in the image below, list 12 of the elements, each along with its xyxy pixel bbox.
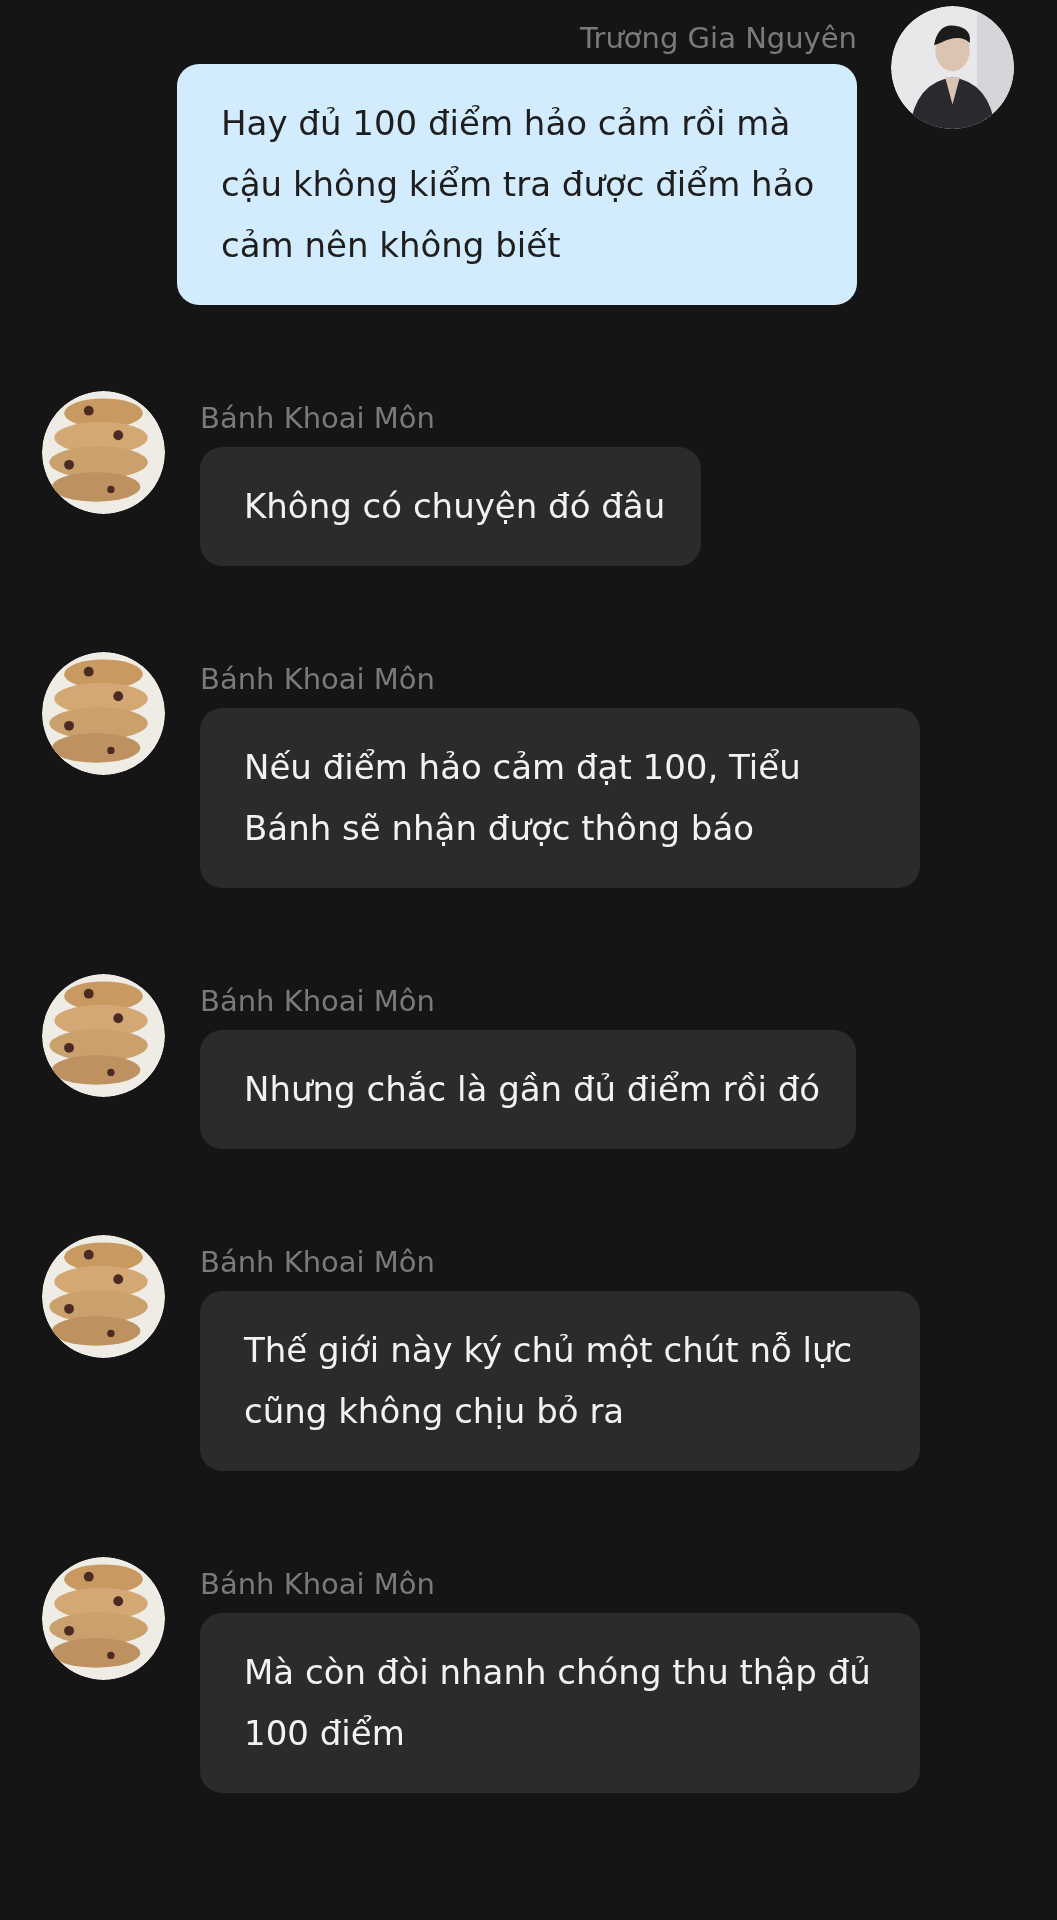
sender-name: Bánh Khoai Môn (200, 983, 435, 1019)
message-bubble: Mà còn đòi nhanh chóng thu thập đủ 100 điểm (200, 1613, 920, 1793)
message-bubble: Nếu điểm hảo cảm đạt 100, Tiểu Bánh sẽ nhận được thông báo (200, 708, 920, 888)
message-bubble: Không có chuyện đó đâu (200, 447, 702, 566)
message-bubble: Nhưng chắc là gần đủ điểm rồi đó (200, 1030, 857, 1149)
sender-name: Bánh Khoai Môn (200, 1566, 435, 1602)
sender-name: Bánh Khoai Môn (200, 400, 435, 436)
message-bubble: Hay đủ 100 điểm hảo cảm rồi mà cậu không kiểm tra được điểm hảo cảm nên không biết (177, 64, 857, 305)
sender-name: Bánh Khoai Môn (200, 1244, 435, 1280)
sender-name: Bánh Khoai Môn (200, 661, 435, 697)
sender-name: Trương Gia Nguyên (580, 20, 857, 56)
message-bubble: Thế giới này ký chủ một chút nỗ lực cũng không chịu bỏ ra (200, 1291, 920, 1471)
